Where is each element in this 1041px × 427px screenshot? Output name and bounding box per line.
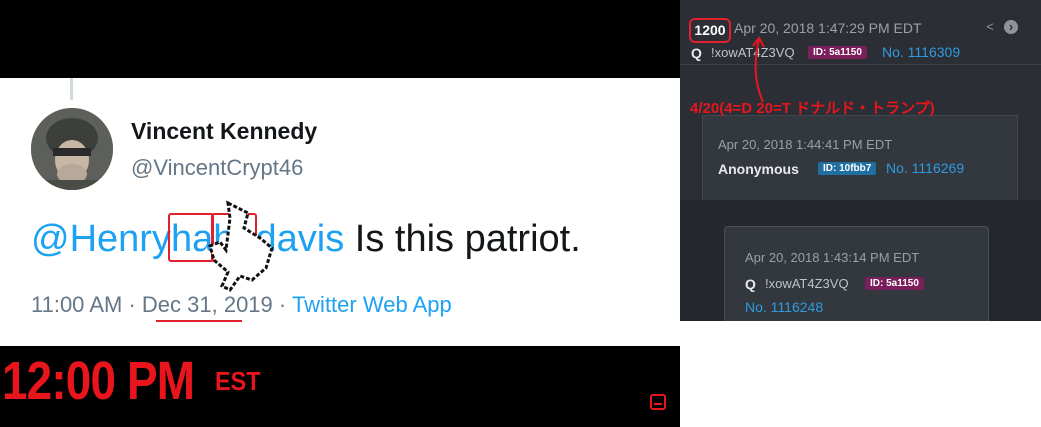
poster-id-badge[interactable]: ID: 5a1150	[808, 46, 867, 59]
handle[interactable]: @VincentCrypt46	[131, 155, 303, 181]
reply-name: Q	[745, 276, 756, 292]
tweet-source-link[interactable]: Twitter Web App	[292, 292, 452, 317]
reply-number-link[interactable]: No. 1116248	[745, 299, 823, 315]
reply-tripcode: !xowAT4Z3VQ	[765, 276, 849, 291]
top-black-bar	[0, 0, 680, 78]
main-post: 1200 Apr 20, 2018 1:47:29 PM EDT < › Q !…	[680, 0, 1041, 80]
reply-post: Apr 20, 2018 1:44:41 PM EDT Anonymous ID…	[702, 115, 1018, 201]
timezone-label: EST	[215, 366, 261, 396]
hand-cursor-icon	[208, 200, 274, 292]
reply-date: Apr 20, 2018 1:43:14 PM EDT	[745, 250, 920, 265]
poster-name: Q	[691, 45, 702, 61]
reply-id-badge[interactable]: ID: 5a1150	[865, 277, 924, 290]
board-panel: 1200 Apr 20, 2018 1:47:29 PM EDT < › Q !…	[680, 0, 1041, 321]
tweet-card: Vincent Kennedy @VincentCrypt46 @Henryha…	[0, 78, 680, 346]
tweet-text: @Henryhahadavis Is this patriot.	[31, 218, 581, 261]
reply-date: Apr 20, 2018 1:44:41 PM EDT	[718, 137, 893, 152]
avatar[interactable]	[31, 108, 113, 190]
nested-reply-post: Apr 20, 2018 1:43:14 PM EDT Q !xowAT4Z3V…	[724, 226, 989, 321]
date-underline	[156, 320, 242, 322]
annotation-arrow-icon	[752, 36, 765, 103]
thread-line	[70, 78, 73, 100]
post-number-link[interactable]: No. 1116309	[882, 44, 960, 60]
reply-id-badge[interactable]: ID: 10fbb7	[818, 162, 877, 175]
display-name[interactable]: Vincent Kennedy	[131, 118, 317, 145]
reply-number-link[interactable]: No. 1116269	[886, 160, 964, 176]
annotation-text: 4/20(4=D 20=T ドナルド・トランプ)	[690, 100, 935, 117]
arrow-right-icon[interactable]: ›	[1004, 20, 1018, 34]
caption-icon[interactable]	[650, 394, 666, 410]
post-count-badge: 1200	[689, 18, 731, 43]
tweet-time: 11:00 AM	[31, 292, 123, 317]
mention-part: @Henry	[31, 218, 171, 260]
big-time-label: 12:00 PM	[2, 351, 195, 411]
tweet-body: Is this patriot.	[344, 218, 581, 260]
reply-name: Anonymous	[718, 161, 799, 177]
dot-separator: ·	[122, 292, 142, 317]
share-icon[interactable]: <	[983, 20, 997, 34]
divider	[680, 64, 1041, 65]
nested-area: Apr 20, 2018 1:43:14 PM EDT Q !xowAT4Z3V…	[680, 200, 1041, 321]
